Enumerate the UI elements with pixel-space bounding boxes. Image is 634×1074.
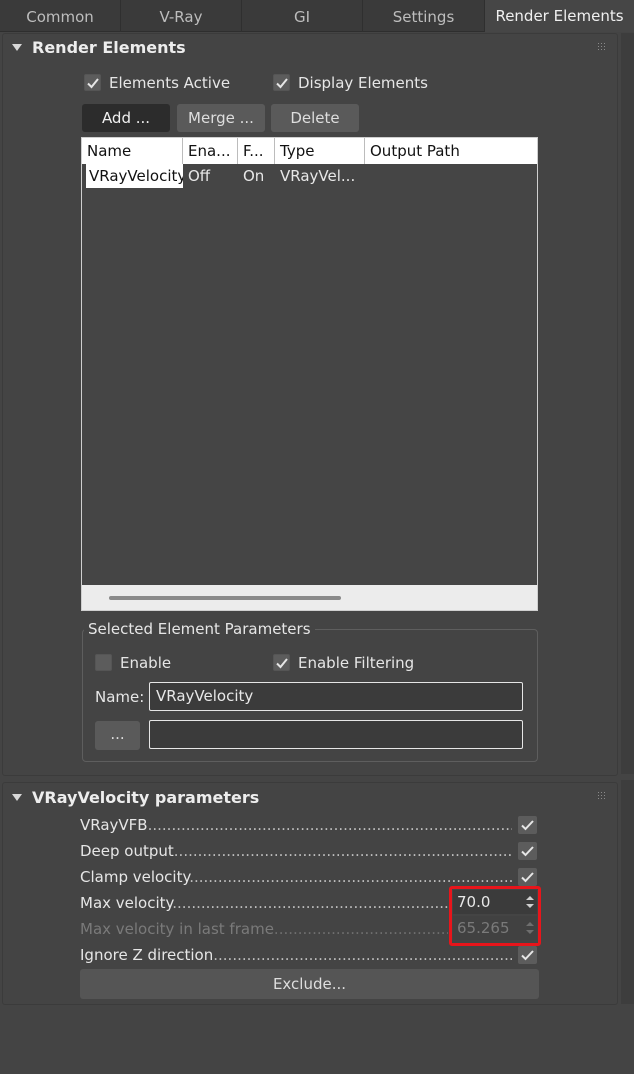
checkmark-icon (276, 78, 288, 89)
checkmark-icon (521, 950, 534, 961)
checkmark-icon (87, 78, 99, 89)
grip-icon[interactable] (597, 791, 607, 801)
list-header: Name Ena... F... Type Output Path (82, 138, 537, 164)
scrollbar-thumb[interactable] (109, 596, 341, 600)
tab-vray[interactable]: V-Ray (121, 0, 242, 32)
checkmark-icon (276, 658, 288, 669)
column-header-enabled[interactable]: Ena... (183, 138, 238, 164)
list-horizontal-scrollbar[interactable] (82, 585, 537, 610)
enable-checkbox[interactable] (95, 654, 112, 671)
tab-bar: Common V-Ray GI Settings Render Elements (0, 0, 634, 32)
row-output-path-cell[interactable] (365, 164, 537, 188)
checkmark-icon (521, 846, 534, 857)
tab-common[interactable]: Common (0, 0, 121, 32)
param-deep-output: Deep output.............................… (80, 842, 512, 860)
delete-button[interactable]: Delete (271, 104, 359, 132)
column-header-output-path[interactable]: Output Path (365, 138, 537, 164)
enable-filtering-checkbox[interactable] (273, 654, 290, 671)
rollout-header[interactable]: Render Elements (3, 34, 617, 62)
merge-button[interactable]: Merge ... (177, 104, 265, 132)
collapse-triangle-icon[interactable] (12, 44, 22, 51)
param-vrayvfb: VRayVFB.................................… (80, 816, 512, 834)
param-label: Ignore Z direction (80, 946, 214, 964)
scrollbar-track-lower[interactable] (621, 780, 634, 1004)
name-label: Name: (95, 688, 145, 706)
checkmark-icon (521, 820, 534, 831)
rollout-title: VRayVelocity parameters (32, 788, 260, 807)
render-elements-list[interactable]: Name Ena... F... Type Output Path VRayVe… (81, 137, 538, 611)
clamp-velocity-checkbox[interactable] (518, 868, 537, 886)
param-label: Clamp velocity (80, 868, 190, 886)
column-header-type[interactable]: Type (275, 138, 365, 164)
param-label: Max velocity in last frame (80, 920, 274, 938)
rollout-header[interactable]: VRayVelocity parameters (3, 783, 617, 811)
grip-icon[interactable] (597, 42, 607, 52)
column-header-name[interactable]: Name (82, 138, 183, 164)
checkmark-icon (521, 872, 534, 883)
param-label: VRayVFB (80, 816, 148, 834)
row-name-cell[interactable]: VRayVelocity (86, 164, 183, 188)
display-elements-checkbox[interactable] (273, 74, 290, 91)
scrollbar-track[interactable] (621, 33, 634, 774)
param-label: Deep output (80, 842, 174, 860)
param-clamp-velocity: Clamp velocity..........................… (80, 868, 512, 886)
row-enabled-cell[interactable]: Off (183, 164, 238, 188)
output-path-input[interactable] (149, 720, 523, 749)
exclude-button[interactable]: Exclude... (80, 969, 539, 999)
param-max-velocity-last-frame: Max velocity in last frame..............… (80, 920, 448, 938)
tab-settings[interactable]: Settings (363, 0, 485, 32)
highlight-box (449, 886, 541, 946)
browse-path-button[interactable]: ... (95, 721, 140, 750)
enable-label: Enable (120, 654, 172, 672)
add-button[interactable]: Add ... (82, 104, 170, 132)
deep-output-checkbox[interactable] (518, 842, 537, 860)
tab-render-elements[interactable]: Render Elements (485, 0, 634, 32)
param-label: Max velocity (80, 894, 173, 912)
elements-active-label: Elements Active (109, 74, 231, 92)
elements-active-checkbox[interactable] (84, 74, 101, 91)
ignore-z-checkbox[interactable] (518, 946, 537, 964)
enable-filtering-label: Enable Filtering (298, 654, 415, 672)
param-ignore-z: Ignore Z direction......................… (80, 946, 512, 964)
column-header-filter[interactable]: F... (238, 138, 275, 164)
name-input[interactable]: VRayVelocity (149, 682, 523, 711)
vrayvfb-checkbox[interactable] (518, 816, 537, 834)
tab-gi[interactable]: GI (242, 0, 363, 32)
row-type-cell[interactable]: VRayVel... (275, 164, 365, 188)
display-elements-label: Display Elements (298, 74, 428, 92)
list-row[interactable]: VRayVelocity Off On VRayVel... (82, 164, 537, 188)
collapse-triangle-icon[interactable] (12, 794, 22, 801)
param-max-velocity: Max velocity............................… (80, 894, 448, 912)
rollout-title: Render Elements (32, 38, 186, 57)
group-title: Selected Element Parameters (84, 620, 315, 638)
row-filter-cell[interactable]: On (238, 164, 275, 188)
